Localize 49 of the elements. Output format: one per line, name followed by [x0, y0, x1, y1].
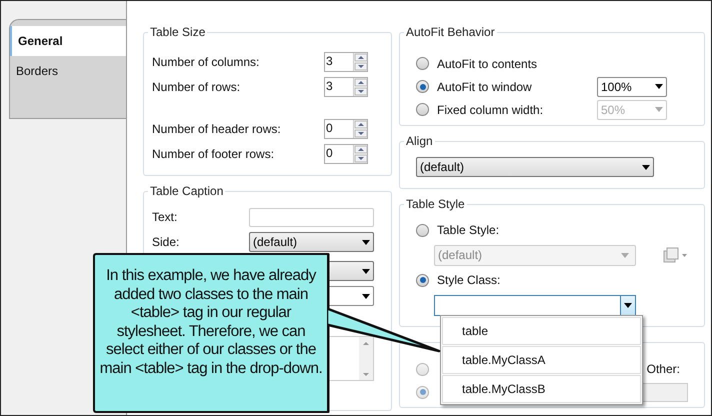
spin-arrows-icon: [354, 52, 368, 70]
spin-arrows-icon: [354, 144, 368, 162]
field-label: Number of rows:: [152, 78, 240, 96]
spin-arrows-icon: [354, 78, 368, 96]
radio-label: Table Style:: [437, 222, 500, 239]
tab[interactable]: Borders: [10, 56, 126, 86]
dropdown-arrow-icon: [624, 302, 632, 308]
group-title: Table Caption: [148, 183, 226, 199]
radio-label: AutoFit to window: [437, 78, 533, 96]
group-title: Align: [404, 133, 435, 149]
radio-label: Style Class:: [437, 272, 500, 289]
table-style-icon: [662, 247, 688, 263]
dropdown-option[interactable]: table.MyClassB: [442, 375, 641, 403]
field-label: Number of columns:: [152, 54, 260, 70]
radio-button[interactable]: [416, 386, 429, 398]
group-title: Table Style: [404, 196, 467, 212]
radio-label: Other:: [646, 361, 680, 378]
dropdown-option[interactable]: table: [442, 317, 641, 345]
field-label: Side:: [152, 234, 180, 251]
radio-button[interactable]: [416, 274, 429, 286]
dropdown-arrow-icon: [362, 240, 370, 244]
radio-button[interactable]: [416, 224, 429, 236]
spin-box[interactable]: 3: [324, 52, 368, 72]
scrollbar-icon: [359, 337, 373, 380]
dropdown-arrow-icon: [642, 164, 650, 170]
radio-button[interactable]: [416, 362, 429, 376]
text-field[interactable]: [249, 208, 374, 226]
dropdown-option[interactable]: table.MyClassA: [442, 346, 641, 374]
field-label: Text:: [152, 209, 178, 226]
radio-label: AutoFit to contents: [437, 56, 538, 72]
dropdown-arrow-icon: [655, 107, 663, 112]
radio-button[interactable]: [416, 80, 429, 93]
spin-box[interactable]: 0: [324, 118, 368, 138]
spin-box[interactable]: 3: [324, 76, 368, 96]
radio-label: Fixed column width:: [437, 102, 544, 118]
dropdown[interactable]: (default): [416, 157, 654, 177]
spin-box[interactable]: 0: [324, 144, 368, 164]
dropdown[interactable]: 100%: [597, 76, 667, 96]
radio-button[interactable]: [416, 57, 429, 70]
callout-text: In this example, we have already added two classes to the main <table> tag in our regular stylesheet. Therefore, we can select either of our classes or the main <table> tag in the drop-down.: [99, 267, 323, 378]
dropdown-arrow-icon: [621, 252, 629, 258]
dropdown-arrow-icon: [655, 84, 663, 89]
dropdown-arrow-icon: [362, 294, 370, 298]
dropdown[interactable]: (default): [249, 232, 374, 252]
field-label: Number of header rows:: [152, 120, 281, 138]
tab[interactable]: General: [10, 26, 126, 56]
spin-arrows-icon: [354, 120, 368, 138]
field-label: Number of footer rows:: [152, 146, 274, 162]
dropdown-arrow-icon: [362, 268, 370, 274]
